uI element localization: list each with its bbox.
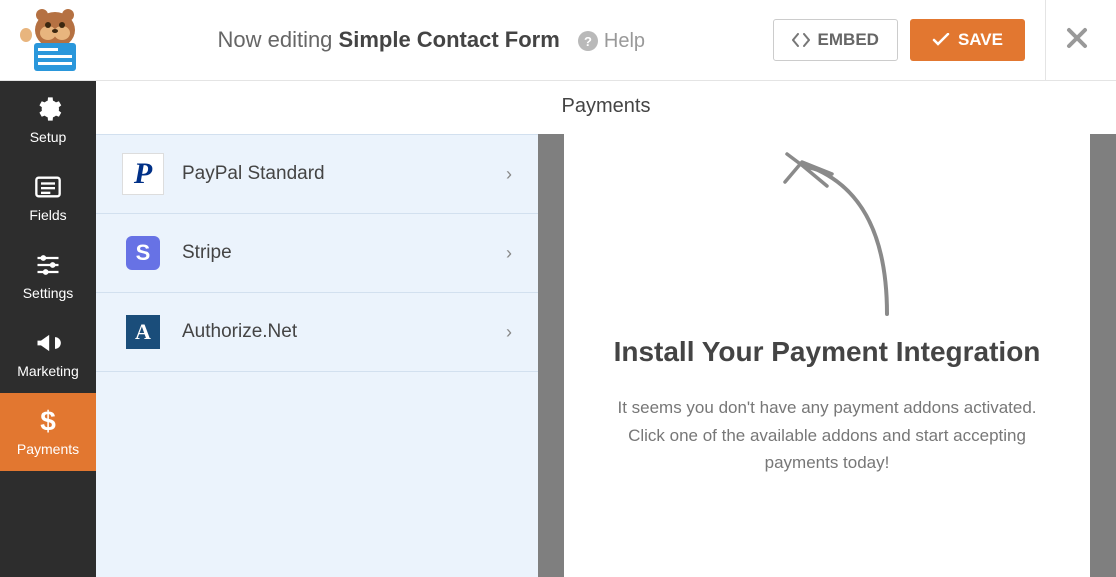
paypal-icon: P bbox=[122, 153, 164, 195]
help-link[interactable]: ? Help bbox=[578, 30, 645, 53]
sidebar: Setup Fields Settings Marketing $ Paymen… bbox=[0, 81, 96, 577]
help-icon: ? bbox=[578, 31, 598, 51]
svg-text:$: $ bbox=[40, 407, 56, 435]
preview-area: Install Your Payment Integration It seem… bbox=[538, 134, 1116, 577]
sidebar-label: Marketing bbox=[17, 363, 78, 379]
empty-state-description: It seems you don't have any payment addo… bbox=[607, 394, 1047, 476]
authorize-icon: A bbox=[122, 311, 164, 353]
chevron-right-icon: › bbox=[506, 243, 512, 264]
divider bbox=[1045, 0, 1046, 81]
editing-title: Now editing Simple Contact Form ? Help bbox=[110, 27, 773, 53]
payment-options: P PayPal Standard › S Stripe › A Authori… bbox=[96, 134, 538, 577]
option-label: PayPal Standard bbox=[182, 163, 488, 185]
option-authorize[interactable]: A Authorize.Net › bbox=[96, 293, 538, 372]
sidebar-item-setup[interactable]: Setup bbox=[0, 81, 96, 159]
sidebar-label: Payments bbox=[17, 441, 79, 457]
option-label: Stripe bbox=[182, 242, 488, 264]
sidebar-item-settings[interactable]: Settings bbox=[0, 237, 96, 315]
sidebar-item-payments[interactable]: $ Payments bbox=[0, 393, 96, 471]
close-icon bbox=[1066, 27, 1088, 49]
empty-state-title: Install Your Payment Integration bbox=[614, 334, 1041, 370]
check-icon bbox=[932, 33, 950, 47]
sliders-icon bbox=[34, 251, 62, 279]
panel-title: Payments bbox=[96, 81, 1116, 134]
close-button[interactable] bbox=[1066, 23, 1088, 57]
sidebar-item-marketing[interactable]: Marketing bbox=[0, 315, 96, 393]
option-paypal[interactable]: P PayPal Standard › bbox=[96, 134, 538, 214]
arrow-illustration bbox=[737, 144, 917, 324]
gear-icon bbox=[34, 95, 62, 123]
option-label: Authorize.Net bbox=[182, 321, 488, 343]
empty-state-card: Install Your Payment Integration It seem… bbox=[564, 134, 1090, 577]
sidebar-label: Setup bbox=[30, 129, 67, 145]
code-icon bbox=[792, 33, 810, 47]
dollar-icon: $ bbox=[34, 407, 62, 435]
save-button[interactable]: SAVE bbox=[910, 19, 1025, 61]
bullhorn-icon bbox=[34, 329, 62, 357]
sidebar-item-fields[interactable]: Fields bbox=[0, 159, 96, 237]
chevron-right-icon: › bbox=[506, 164, 512, 185]
list-icon bbox=[34, 173, 62, 201]
chevron-right-icon: › bbox=[506, 322, 512, 343]
app-logo bbox=[10, 5, 90, 75]
embed-button[interactable]: EMBED bbox=[773, 19, 898, 61]
option-stripe[interactable]: S Stripe › bbox=[96, 214, 538, 293]
sidebar-label: Fields bbox=[29, 207, 66, 223]
stripe-icon: S bbox=[122, 232, 164, 274]
sidebar-label: Settings bbox=[23, 285, 74, 301]
